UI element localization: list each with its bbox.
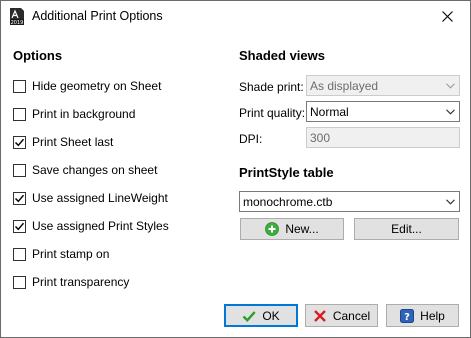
checkbox-print-transparency[interactable]: Print transparency xyxy=(13,274,129,290)
checkbox-label: Print stamp on xyxy=(32,247,110,261)
dialog-content: Options Hide geometry on Sheet Print in … xyxy=(1,33,470,337)
checkbox-box[interactable] xyxy=(13,79,26,93)
printstyle-value: monochrome.ctb xyxy=(243,195,333,209)
chevron-down-icon xyxy=(442,76,459,95)
checkbox-print-stamp[interactable]: Print stamp on xyxy=(13,246,109,262)
cancel-x-icon xyxy=(313,309,327,323)
shade-print-select: As displayed xyxy=(306,75,460,96)
shade-print-value: As displayed xyxy=(310,79,379,93)
checkbox-box[interactable] xyxy=(13,163,26,177)
close-button[interactable] xyxy=(424,1,470,32)
checkbox-label: Print Sheet last xyxy=(32,135,114,149)
autocad-app-icon: 2019 xyxy=(10,8,24,26)
checkbox-box[interactable] xyxy=(13,247,26,261)
checkbox-print-background[interactable]: Print in background xyxy=(13,106,135,122)
checkbox-save-changes[interactable]: Save changes on sheet xyxy=(13,162,157,178)
checkbox-print-sheet-last[interactable]: Print Sheet last xyxy=(13,134,113,150)
title-bar[interactable]: 2019 Additional Print Options xyxy=(1,1,470,33)
additional-print-options-dialog: 2019 Additional Print Options Options Hi… xyxy=(0,0,471,338)
new-printstyle-button[interactable]: New... xyxy=(240,218,344,240)
printstyle-table-select[interactable]: monochrome.ctb xyxy=(239,191,460,212)
checkbox-label: Print in background xyxy=(32,107,136,121)
checkmark-icon xyxy=(15,222,24,230)
printstyle-section-title: PrintStyle table xyxy=(239,165,334,180)
new-button-label: New... xyxy=(285,222,319,236)
checkbox-box[interactable] xyxy=(13,107,26,121)
checkbox-assigned-lineweight[interactable]: Use assigned LineWeight xyxy=(13,190,168,206)
checkbox-label: Use assigned LineWeight xyxy=(32,191,168,205)
cancel-button[interactable]: Cancel xyxy=(305,304,378,327)
help-button-label: Help xyxy=(420,308,445,323)
checkbox-box-checked[interactable] xyxy=(13,219,26,233)
ok-button-label: OK xyxy=(262,308,280,323)
help-button[interactable]: ? Help xyxy=(386,304,459,327)
checkbox-box[interactable] xyxy=(13,275,26,289)
cancel-button-label: Cancel xyxy=(332,308,371,323)
shade-print-label: Shade print: xyxy=(239,80,304,94)
svg-text:?: ? xyxy=(404,312,410,323)
checkmark-icon xyxy=(15,194,24,202)
close-icon xyxy=(441,11,453,22)
dpi-input: 300 xyxy=(306,127,460,148)
checkbox-box-checked[interactable] xyxy=(13,135,26,149)
checkbox-hide-geometry[interactable]: Hide geometry on Sheet xyxy=(13,78,161,94)
edit-printstyle-button[interactable]: Edit... xyxy=(354,218,459,240)
checkbox-label: Print transparency xyxy=(32,275,130,289)
check-icon xyxy=(242,309,256,323)
chevron-down-icon[interactable] xyxy=(442,102,459,121)
checkbox-label: Hide geometry on Sheet xyxy=(32,79,162,93)
add-plus-icon xyxy=(265,222,280,236)
checkmark-icon xyxy=(15,138,24,146)
dpi-value: 300 xyxy=(310,131,331,145)
checkbox-label: Save changes on sheet xyxy=(32,163,158,177)
checkbox-label: Use assigned Print Styles xyxy=(32,219,169,233)
app-icon-badge: 2019 xyxy=(11,20,24,25)
options-section-title: Options xyxy=(13,48,63,63)
help-icon: ? xyxy=(400,308,415,323)
shaded-views-section-title: Shaded views xyxy=(239,48,325,63)
ok-button[interactable]: OK xyxy=(224,304,298,327)
print-quality-label: Print quality: xyxy=(239,106,306,120)
print-quality-select[interactable]: Normal xyxy=(306,101,460,122)
edit-button-label: Edit... xyxy=(391,222,422,236)
chevron-down-icon[interactable] xyxy=(442,192,459,211)
checkbox-assigned-print-styles[interactable]: Use assigned Print Styles xyxy=(13,218,169,234)
dpi-label: DPI: xyxy=(239,132,263,146)
print-quality-value: Normal xyxy=(310,105,349,119)
window-title: Additional Print Options xyxy=(32,9,163,23)
checkbox-box-checked[interactable] xyxy=(13,191,26,205)
